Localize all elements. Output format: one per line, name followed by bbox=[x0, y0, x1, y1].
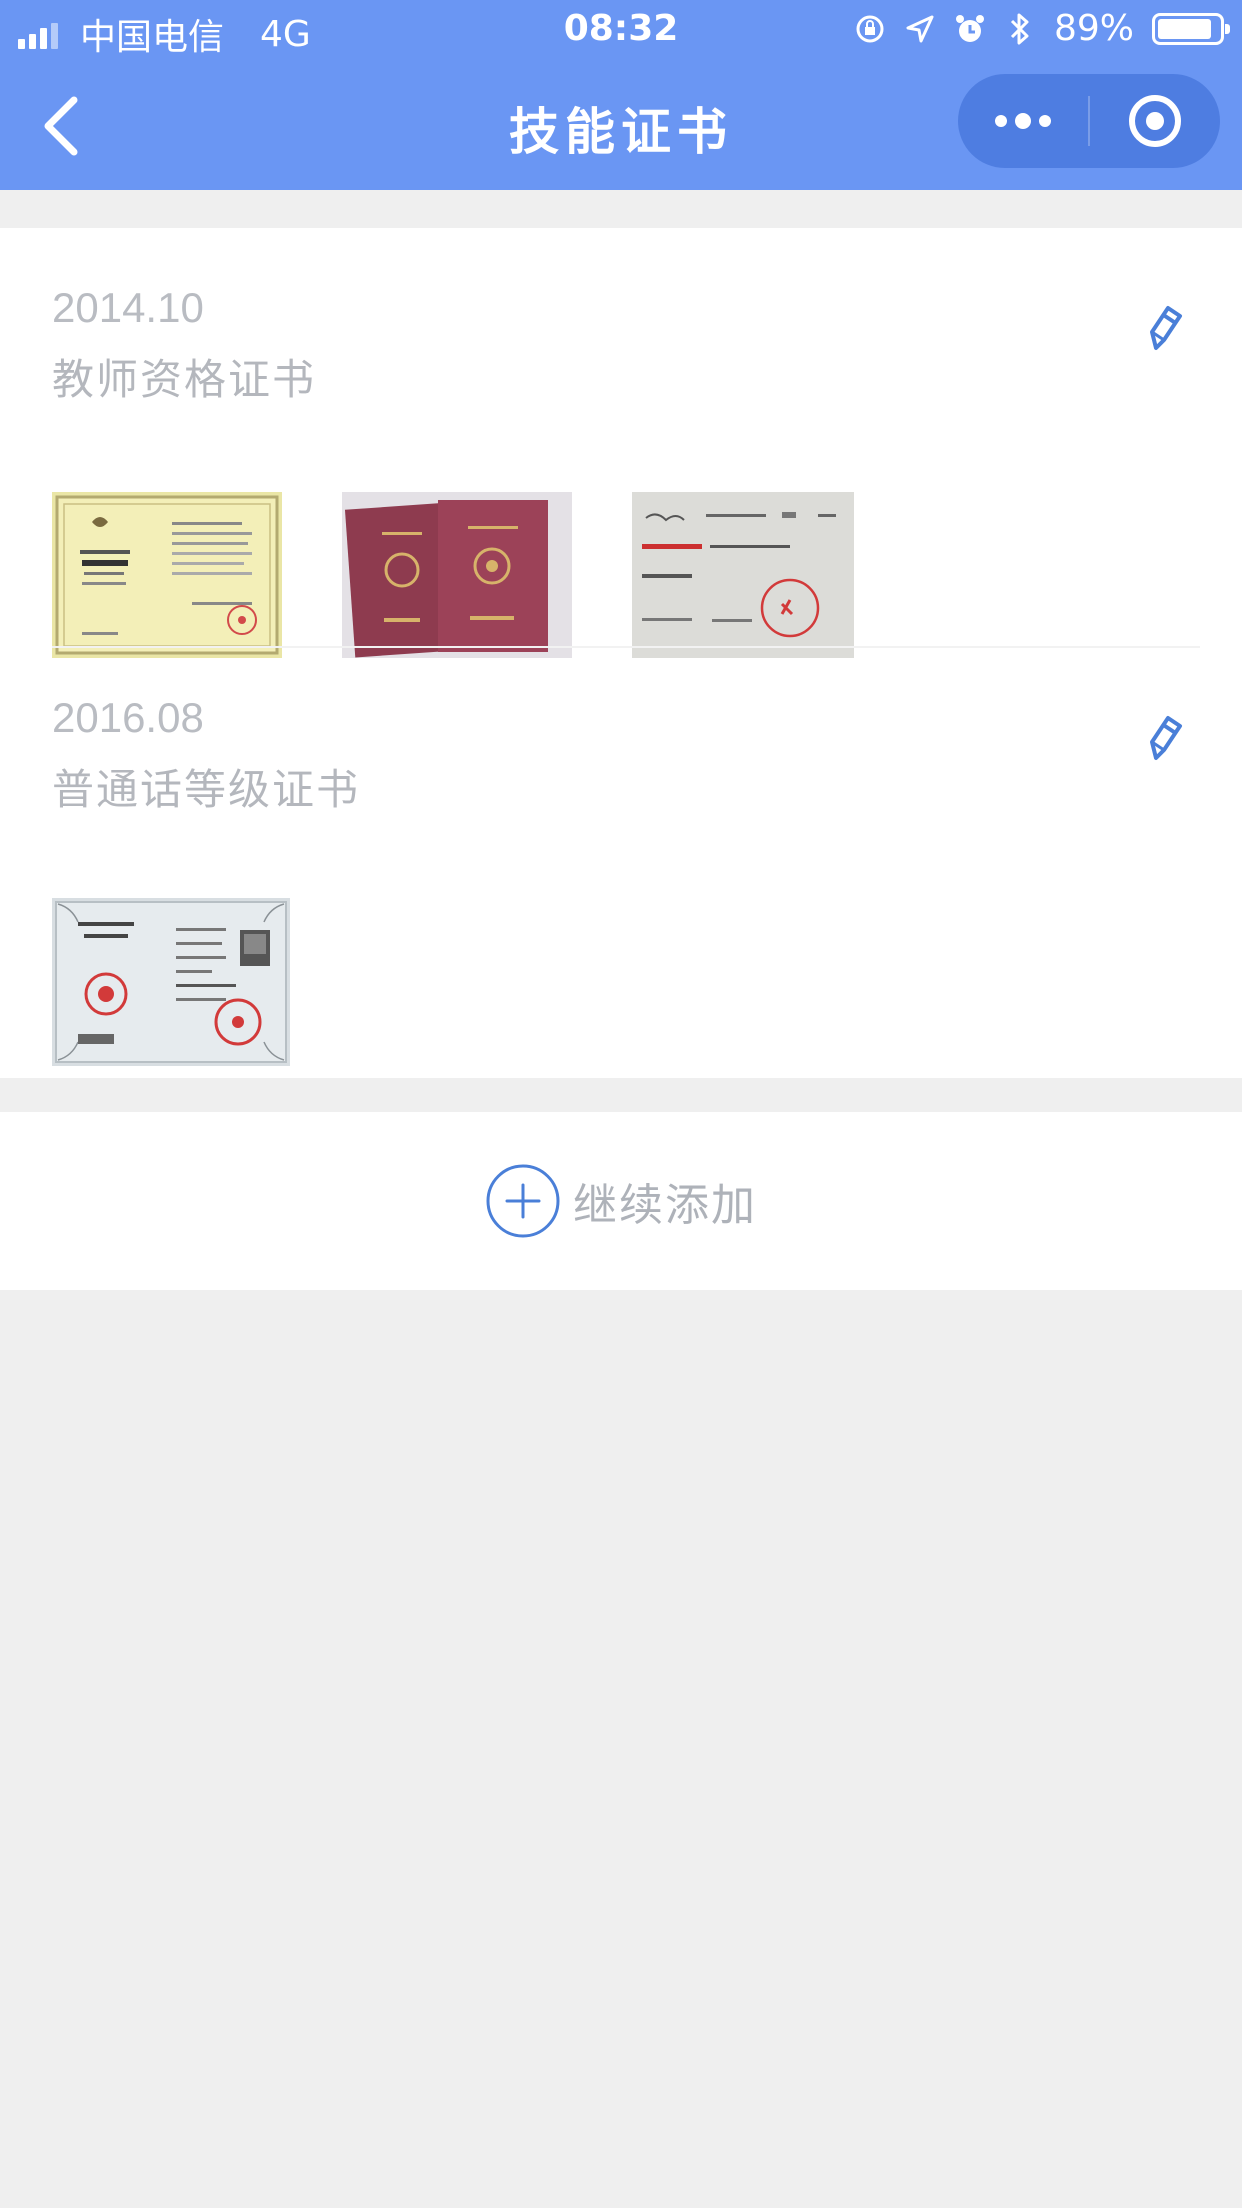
certificate-date: 2016.08 bbox=[52, 694, 204, 741]
edit-certificate-button[interactable] bbox=[1136, 296, 1196, 360]
edit-certificate-button[interactable] bbox=[1136, 706, 1196, 770]
pencil-icon bbox=[1150, 306, 1182, 350]
entry-divider bbox=[52, 646, 1200, 648]
target-circle-icon bbox=[1129, 95, 1181, 147]
close-mini-program-button[interactable] bbox=[1090, 74, 1220, 168]
certificate-entry: 2016.08 普通话等级证书 bbox=[52, 694, 1200, 1066]
battery-icon bbox=[1152, 12, 1230, 45]
more-dots-icon bbox=[995, 113, 1051, 129]
add-more-label: 继续添加 bbox=[573, 1180, 757, 1231]
status-bar: 中国电信 4G 08:32 89% bbox=[0, 0, 1242, 62]
certificate-name: 教师资格证书 bbox=[52, 355, 317, 404]
certificate-photo[interactable] bbox=[52, 898, 290, 1066]
certificate-list: 2014.10 教师资格证书 2016.08 普通话等级证书 bbox=[0, 228, 1242, 1078]
plus-circle-icon bbox=[485, 1163, 561, 1239]
bluetooth-icon bbox=[1004, 13, 1036, 45]
certificate-photo[interactable] bbox=[342, 492, 572, 658]
alarm-clock-icon bbox=[954, 13, 986, 45]
mini-program-capsule bbox=[958, 74, 1220, 168]
nav-bar: 技能证书 bbox=[0, 62, 1242, 190]
orientation-lock-icon bbox=[854, 13, 886, 45]
top-header: 中国电信 4G 08:32 89% 技能证书 bbox=[0, 0, 1242, 190]
certificate-entry: 2014.10 教师资格证书 bbox=[52, 284, 1200, 658]
certificate-photo[interactable] bbox=[52, 492, 282, 658]
battery-percentage: 89% bbox=[1053, 8, 1134, 49]
location-arrow-icon bbox=[904, 13, 936, 45]
certificate-date: 2014.10 bbox=[52, 284, 204, 331]
add-more-button[interactable]: 继续添加 bbox=[0, 1112, 1242, 1290]
more-button[interactable] bbox=[958, 74, 1088, 168]
pencil-icon bbox=[1150, 716, 1182, 760]
certificate-name: 普通话等级证书 bbox=[52, 765, 361, 814]
certificate-photo[interactable] bbox=[632, 492, 854, 658]
